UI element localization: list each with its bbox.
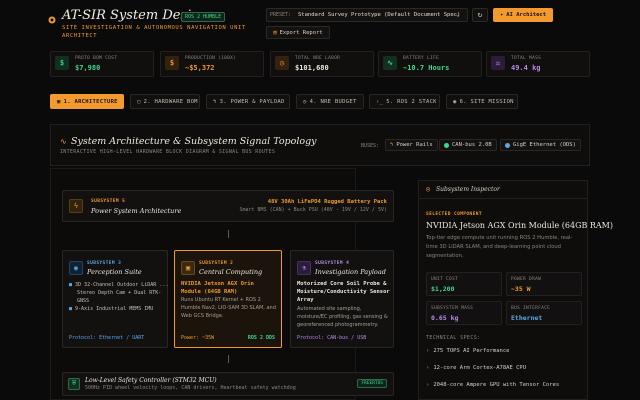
spec-unit-cost: UNIT COST $1,200: [426, 272, 502, 296]
bolt-icon: ϟ: [390, 142, 394, 148]
subsystem-perception-card[interactable]: ◉ SUBSYSTEM 3 Perception Suite ■ 3D 32-C…: [62, 250, 168, 348]
cpu-icon: ▣: [181, 261, 195, 275]
status-dot: [505, 142, 510, 148]
tech-spec-item: › 2048-core Ampere GPU with Tensor Cores: [426, 382, 560, 388]
payload-desc: Automated site sampling, moisture/EC pro…: [297, 306, 388, 328]
sparkle-icon: ✦: [499, 12, 504, 18]
box-icon: ▢: [137, 98, 141, 105]
divider: [418, 198, 588, 199]
metric-battery-life: ∿ BATTERY LIFE ~10.7 Hours: [378, 51, 482, 77]
preset-label: PRESET:: [270, 12, 292, 18]
tab-site-mission[interactable]: ◉ 6. SITE MISSION: [446, 94, 518, 109]
technical-specs-label: TECHNICAL SPECS:: [426, 335, 481, 341]
weight-icon: ⚖: [491, 56, 505, 70]
compute-title: NVIDIA Jetson AGX Orin Module (64GB RAM): [181, 281, 254, 295]
bus-power-rails[interactable]: ϟ Power Rails: [385, 139, 438, 151]
tab-ros2-stack[interactable]: ›_ 5. ROS 2 STACK: [369, 94, 440, 109]
export-report-label: Export Report: [279, 29, 323, 36]
dollar-icon: $: [55, 56, 69, 70]
inspector-desc: Top-tier edge compute unit running ROS 2…: [426, 235, 573, 259]
chevron-right-icon: ›: [426, 348, 430, 354]
section-title: System Architecture & Subsystem Signal T…: [71, 136, 317, 147]
payload-title: Motorized Core Soil Probe & Moisture/Con…: [297, 281, 390, 303]
refresh-icon: ↻: [477, 10, 483, 19]
clock-icon: ◷: [275, 56, 289, 70]
status-dot: [444, 142, 449, 148]
chevron-down-icon: ⌄: [456, 11, 460, 18]
compute-power: Power: ~35W: [181, 335, 215, 341]
tab-power-payload[interactable]: ϟ 3. POWER & PAYLOAD: [206, 94, 290, 109]
freertos-badge: FREERTOS: [357, 379, 387, 388]
bus-gige-ethernet[interactable]: GigE Ethernet (ODS): [500, 139, 581, 151]
tab-hardware-bom[interactable]: ▢ 2. HARDWARE BOM: [130, 94, 200, 109]
reset-button[interactable]: ↻: [472, 8, 488, 22]
flask-icon: ⚗: [297, 261, 311, 275]
metric-production: $ PRODUCTION (100X) ~$5,372: [160, 51, 264, 77]
inspector-component-name: NVIDIA Jetson AGX Orin Module (64GB RAM): [426, 221, 613, 230]
check-circle-icon: ◉: [453, 98, 457, 105]
chevron-right-icon: ›: [426, 382, 430, 388]
subsystem-payload-card[interactable]: ⚗ SUBSYSTEM 4 Investigation Payload Moto…: [290, 250, 394, 348]
spec-subsystem-mass: SUBSYSTEM MASS 0.65 kg: [426, 301, 502, 325]
ai-architect-label: AI Architect: [506, 12, 547, 18]
perception-item: ■ 9-Axis Industrial MEMS IMU: [69, 306, 154, 312]
bolt-icon: ϟ: [213, 98, 217, 105]
power-detail: Smart BMS (CAN) + Buck PSU (48V - 19V / …: [239, 207, 387, 213]
bolt-icon: ϟ: [69, 199, 83, 213]
bus-can[interactable]: CAN-bus 2.0B: [439, 139, 497, 151]
buses-label: BUSES:: [361, 143, 380, 149]
perception-item: ■ 3D 32-Channel Outdoor LiDAR ...: [69, 282, 169, 288]
tab-architecture[interactable]: ▣ 1. ARCHITECTURE: [50, 94, 124, 109]
eye-icon: ◉: [69, 261, 83, 275]
app-subtitle: SITE INVESTIGATION & AUTONOMOUS NAVIGATI…: [62, 25, 246, 39]
activity-icon: ∿: [383, 56, 397, 70]
document-icon: ▤: [273, 29, 277, 36]
spec-power-draw: POWER DRAW ~35 W: [506, 272, 582, 296]
clock-icon: ◷: [303, 98, 307, 105]
safety-name: Low-Level Safety Controller (STM32 MCU): [85, 377, 217, 384]
preset-value: Standard Survey Prototype (Default Docum…: [298, 12, 461, 18]
cpu-icon: ▣: [57, 98, 61, 105]
subsystem-compute-card[interactable]: ▣ SUBSYSTEM 2 Central Computing NVIDIA J…: [174, 250, 282, 348]
battery-label: 48V 30Ah LiFePO4 Rugged Battery Pack: [267, 199, 387, 205]
shield-icon: ⛨: [68, 378, 80, 390]
perception-protocol: Protocol: Ethernet / UART: [69, 335, 145, 341]
subsystem-power-card[interactable]: ϟ SUBSYSTEM 5 Power System Architecture …: [62, 190, 394, 222]
payload-protocol: Protocol: CAN-bus / USB: [297, 335, 367, 341]
tech-spec-item: › 275 TOPS AI Performance: [426, 348, 510, 354]
metric-total-mass: ⚖ TOTAL MASS 49.4 kg: [486, 51, 590, 77]
compute-desc: Runs Ubuntu RT Kernel + ROS 2 Humble Nav…: [181, 297, 276, 319]
inspector-kicker: SELECTED COMPONENT: [426, 212, 482, 217]
metric-proto-bom-cost: $ PROTO BOM COST $7,980: [50, 51, 154, 77]
spec-bus-interface: BUS INTERFACE Ethernet: [506, 301, 582, 325]
activity-icon: ∿: [60, 137, 67, 146]
compute-ros: ROS 2 DDS: [247, 335, 275, 341]
can-bus-connector: [228, 355, 229, 363]
logo-icon: [48, 16, 56, 24]
version-badge: ROS 2 HUMBLE: [181, 12, 226, 22]
ai-architect-button[interactable]: ✦ AI Architect: [493, 8, 553, 22]
section-subtitle: INTERACTIVE HIGH-LEVEL HARDWARE BLOCK DI…: [60, 149, 276, 155]
terminal-icon: ›_: [376, 98, 384, 105]
target-icon: ◎: [426, 185, 431, 193]
dollar-icon: $: [165, 56, 179, 70]
inspector-title: Subsystem Inspector: [436, 186, 500, 193]
safety-controller-card[interactable]: ⛨ Low-Level Safety Controller (STM32 MCU…: [62, 372, 394, 396]
tech-spec-item: › 12-core Arm Cortex-A78AE CPU: [426, 365, 527, 371]
perception-item: Stereo Depth Cam + Dual RTK-GNSS: [77, 290, 162, 304]
safety-detail: 500Hz PID wheel velocity loops, CAN driv…: [85, 385, 296, 391]
metric-total-nre-labor: ◷ TOTAL NRE LABOR $101,680: [270, 51, 374, 77]
power-rail-connector: [228, 230, 229, 238]
chevron-right-icon: ›: [426, 365, 430, 371]
export-report-button[interactable]: ▤ Export Report: [266, 26, 330, 39]
tab-nre-budget[interactable]: ◷ 4. NRE BUDGET: [296, 94, 364, 109]
